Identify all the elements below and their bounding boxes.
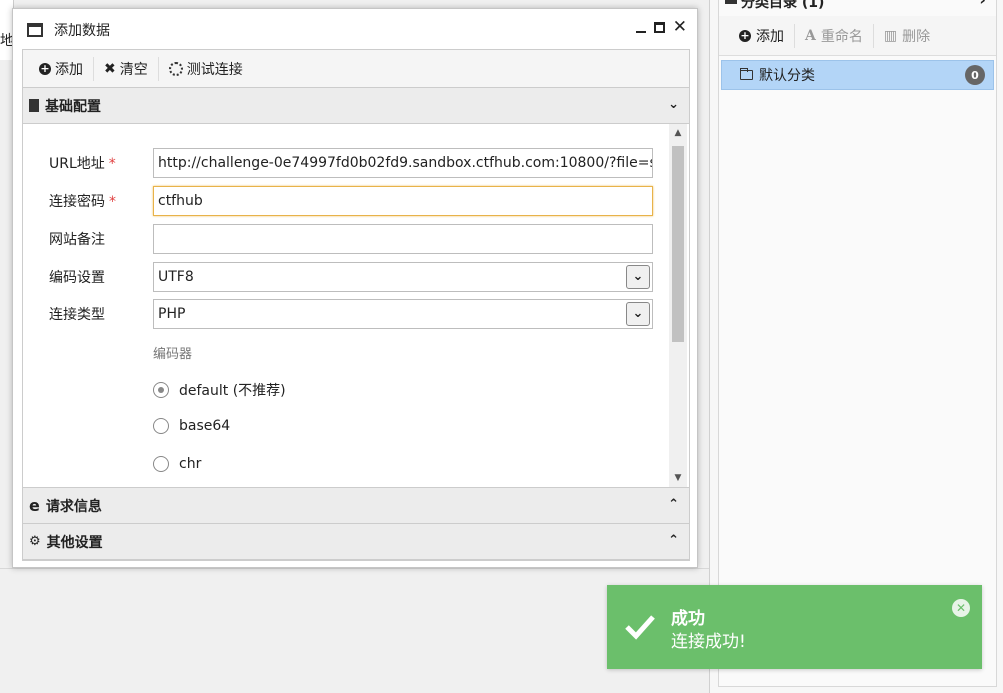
radio-unchecked[interactable]	[153, 456, 169, 472]
file-text-icon	[29, 99, 39, 112]
times-icon: ✖	[104, 60, 116, 77]
delete-category-button[interactable]: ▥ 删除	[874, 24, 940, 48]
rename-category-label: 重命名	[820, 28, 863, 45]
basic-config-form: URL地址 * http://challenge-0e74997fd0b02fd9…	[23, 124, 689, 488]
plus-circle-icon: +	[39, 61, 51, 75]
dialog-titlebar[interactable]: 添加数据 ✕	[13, 9, 697, 49]
delete-category-label: 删除	[902, 28, 931, 45]
section-request-title: 请求信息	[45, 498, 102, 515]
section-other-title: 其他设置	[46, 534, 103, 551]
toast-message: 连接成功!	[671, 632, 746, 652]
cogs-icon: ⚙	[29, 534, 41, 549]
dialog-body: + 添加 ✖ 清空 测试连接 基础配置 ⌄ URL地址 * http://chal…	[22, 49, 690, 561]
encoding-select-value: UTF8	[158, 269, 194, 285]
chevron-down-icon[interactable]: ⌄	[626, 302, 650, 326]
window-controls: ✕	[635, 19, 687, 36]
trash-icon: ▥	[883, 27, 898, 44]
password-label: 连接密码 *	[49, 191, 116, 211]
test-connection-button[interactable]: 测试连接	[159, 57, 253, 81]
encoding-label: 编码设置	[49, 270, 105, 286]
category-panel-inner: 分类目录 (1) › + 添加 A 重命名 ▥ 删除 默认分类 0	[718, 0, 997, 687]
category-item-label: 默认分类	[759, 68, 815, 84]
scroll-up-icon[interactable]: ▲	[669, 124, 687, 142]
add-button-label: 添加	[55, 61, 83, 78]
radio-checked[interactable]	[153, 382, 169, 398]
encoder-option-chr[interactable]: chr	[153, 456, 201, 472]
password-label-text: 连接密码	[49, 194, 105, 210]
encoder-option-label: chr	[179, 456, 202, 472]
type-select-value: PHP	[158, 306, 186, 322]
encoder-option-base64[interactable]: base64	[153, 418, 230, 434]
encoder-label: 编码器	[153, 347, 193, 362]
encoding-select[interactable]: UTF8 ⌄	[153, 262, 653, 292]
category-toolbar: + 添加 A 重命名 ▥ 删除	[719, 16, 996, 56]
folder-icon	[740, 68, 753, 80]
category-item-default[interactable]: 默认分类 0	[721, 60, 994, 90]
checkmark-icon	[625, 615, 655, 640]
category-panel-title: 分类目录 (1)	[741, 0, 825, 11]
scrollbar-thumb[interactable]	[672, 146, 684, 342]
section-basic-header[interactable]: 基础配置 ⌄	[23, 88, 689, 124]
chevron-up-icon: ⌃	[668, 533, 679, 548]
chevron-down-icon[interactable]: ⌄	[626, 265, 650, 289]
spinner-icon	[168, 61, 183, 76]
type-label: 连接类型	[49, 307, 105, 323]
plus-circle-icon: +	[739, 28, 751, 42]
dialog-toolbar: + 添加 ✖ 清空 测试连接	[23, 50, 689, 88]
add-button[interactable]: + 添加	[29, 56, 94, 81]
chevron-down-icon: ⌄	[668, 97, 679, 112]
panel-icon	[725, 0, 737, 4]
dialog-title: 添加数据	[54, 23, 110, 39]
maximize-icon[interactable]	[653, 22, 665, 33]
background-area	[0, 568, 710, 693]
encoder-option-label: base64	[179, 418, 231, 434]
section-request-header[interactable]: e 请求信息 ⌃	[23, 488, 689, 524]
test-connection-label: 测试连接	[186, 61, 243, 78]
note-input[interactable]	[153, 224, 653, 254]
section-basic-title: 基础配置	[45, 98, 101, 115]
toast-title: 成功	[671, 609, 705, 629]
add-category-button[interactable]: + 添加	[729, 23, 795, 48]
close-icon[interactable]: ✕	[673, 19, 687, 36]
scroll-down-icon[interactable]: ▼	[669, 469, 687, 487]
chevron-up-icon: ⌃	[668, 497, 679, 512]
encoder-option-label: default (不推荐)	[179, 383, 286, 399]
edge-icon: e	[29, 496, 40, 515]
url-input[interactable]: http://challenge-0e74997fd0b02fd9.sandbo…	[153, 148, 653, 178]
chevron-right-icon[interactable]: ›	[979, 0, 986, 9]
radio-unchecked[interactable]	[153, 418, 169, 434]
close-icon[interactable]: ✕	[952, 599, 970, 617]
font-icon: A	[805, 27, 816, 44]
form-scrollbar[interactable]: ▲ ▼	[669, 124, 687, 487]
window-icon	[27, 23, 43, 37]
password-input[interactable]: ctfhub	[153, 186, 653, 216]
category-list: 默认分类 0	[719, 56, 996, 94]
url-label-text: URL地址	[49, 156, 105, 172]
url-label: URL地址 *	[49, 153, 116, 173]
add-data-dialog: 添加数据 ✕ + 添加 ✖ 清空 测试连接 基础配置 ⌄ URL地址 * htt…	[12, 8, 698, 568]
minimize-icon[interactable]	[635, 20, 646, 34]
category-count-badge: 0	[965, 65, 985, 85]
note-label: 网站备注	[49, 232, 105, 248]
add-category-label: 添加	[756, 28, 784, 45]
category-panel-header: 分类目录 (1) ›	[719, 0, 996, 16]
clear-button[interactable]: ✖ 清空	[94, 56, 159, 81]
encoder-option-default[interactable]: default (不推荐)	[153, 380, 286, 400]
success-toast: 成功 连接成功! ✕	[607, 585, 982, 669]
type-select[interactable]: PHP ⌄	[153, 299, 653, 329]
required-mark: *	[109, 194, 116, 210]
section-other-header[interactable]: ⚙ 其他设置 ⌃	[23, 524, 689, 560]
clear-button-label: 清空	[119, 61, 148, 78]
required-mark: *	[108, 156, 116, 172]
rename-category-button[interactable]: A 重命名	[795, 23, 874, 48]
